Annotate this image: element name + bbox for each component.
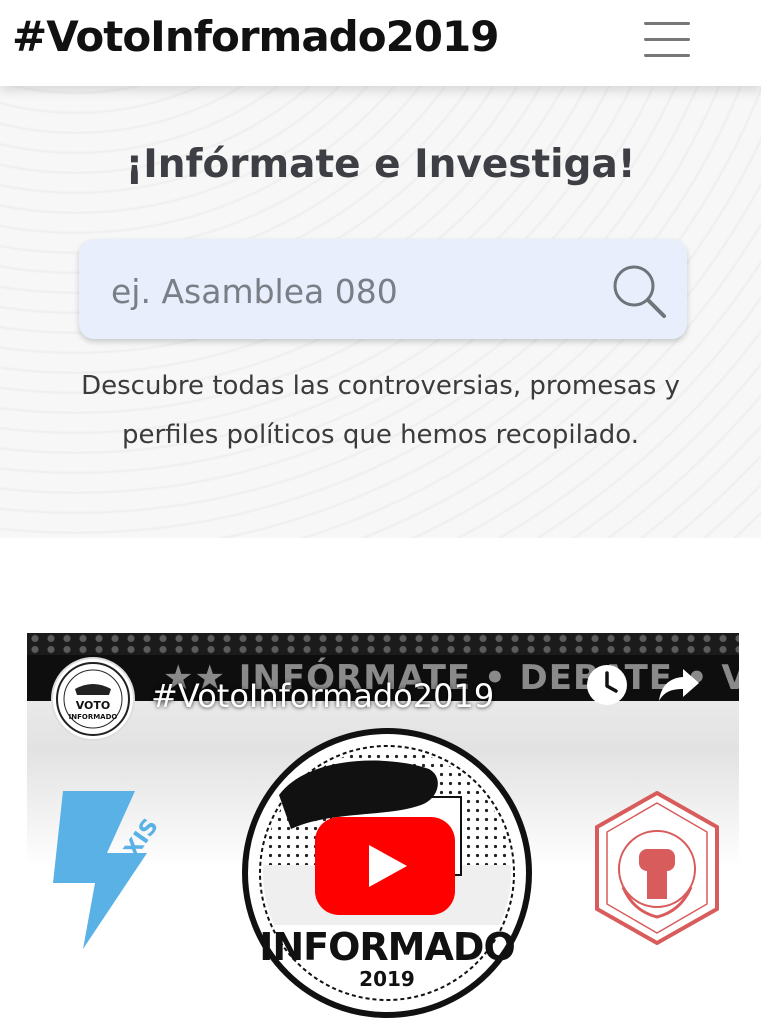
star-pattern-banner [27, 633, 739, 655]
search-input[interactable] [109, 267, 593, 315]
logo-year: 2019 [359, 967, 415, 991]
logo-word-informado: INFORMADO [259, 925, 516, 969]
hero-description: Descubre todas las controversias, promes… [81, 371, 680, 450]
svg-text:VOTO: VOTO [76, 699, 111, 712]
hamburger-menu-icon[interactable] [638, 18, 694, 60]
search-box [79, 239, 687, 339]
video-embed[interactable]: ★★ INFÓRMATE • DEBATE • VOTA ★★ VOTO INF… [27, 633, 739, 1023]
channel-avatar[interactable]: VOTO INFORMADO [51, 657, 135, 741]
svg-text:INFORMADO: INFORMADO [69, 713, 118, 721]
search-icon[interactable] [611, 263, 667, 319]
top-navbar: #VotoInformado2019 [0, 0, 761, 86]
hero-title: ¡Infórmate e Investiga! [125, 142, 636, 187]
brand-title[interactable]: #VotoInformado2019 [12, 12, 499, 61]
youtube-play-icon[interactable] [315, 817, 455, 915]
video-title[interactable]: #VotoInformado2019 [151, 677, 494, 715]
clock-icon[interactable] [585, 663, 629, 707]
escuela-callejera-logo [595, 791, 719, 945]
share-arrow-icon[interactable] [657, 665, 701, 705]
